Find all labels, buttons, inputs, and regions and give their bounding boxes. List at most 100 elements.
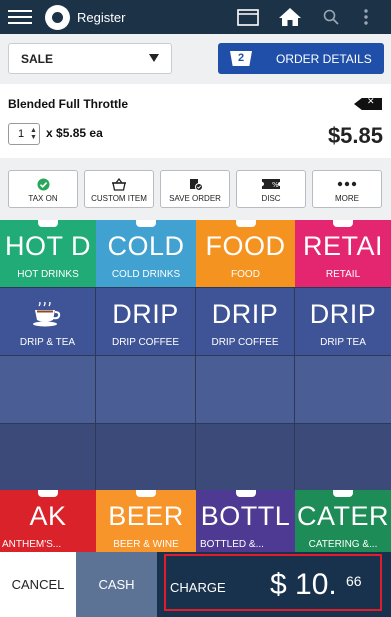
tile-tab-notch: [38, 490, 58, 497]
tile-drip-coffee-2[interactable]: DRIP DRIP COFFEE: [196, 288, 294, 355]
unit-price-value: $5.85 ea: [56, 126, 103, 140]
discount-label: DISC: [261, 194, 281, 203]
sale-type-select[interactable]: SALE: [8, 43, 172, 74]
tile-title: DRIP: [309, 299, 377, 329]
discount-ticket-icon: %: [237, 177, 305, 191]
home-icon[interactable]: [277, 6, 303, 28]
coffee-cup-icon: [0, 300, 95, 333]
tile-title: RETAI: [302, 231, 383, 261]
tile-tab-notch: [333, 220, 353, 227]
unit-price: x $5.85 ea: [46, 126, 103, 140]
menu-icon[interactable]: [8, 10, 32, 24]
tile-label: DRIP & TEA: [19, 337, 76, 348]
payment-bar: CANCEL CASH CHARGE $ 10. 66: [0, 552, 391, 617]
tile-label: ANTHEM'S...: [2, 539, 62, 550]
empty-tile[interactable]: [295, 356, 391, 423]
item-total: $5.85: [327, 123, 383, 148]
tile-title: DRIP: [211, 299, 279, 329]
tile-label: BOTTLED &...: [200, 539, 264, 550]
tax-on-label: TAX ON: [28, 194, 58, 203]
tile-tab-notch: [333, 490, 353, 497]
tile-tab-notch: [38, 220, 58, 227]
save-order-label: SAVE ORDER: [169, 194, 221, 203]
tile-label: DRIP COFFEE: [111, 337, 180, 348]
cancel-button[interactable]: CANCEL: [0, 552, 76, 617]
item-name: Blended Full Throttle: [8, 97, 128, 111]
more-label: MORE: [335, 194, 359, 203]
tile-drip-and-tea[interactable]: DRIP & TEA: [0, 288, 95, 355]
delete-item-icon[interactable]: [354, 98, 382, 110]
more-horizontal-icon: [313, 177, 381, 191]
tile-title: COLD: [107, 231, 185, 261]
empty-tile[interactable]: [196, 424, 294, 491]
tile-drip-coffee[interactable]: DRIP DRIP COFFEE: [96, 288, 195, 355]
more-button[interactable]: MORE: [312, 170, 382, 208]
tile-label: HOT DRINKS: [17, 269, 79, 280]
logo-icon: [45, 5, 70, 30]
empty-tile[interactable]: [196, 356, 294, 423]
tile-title: BEER: [108, 501, 184, 531]
top-app-bar: Register: [0, 0, 391, 34]
tile-label: COLD DRINKS: [111, 269, 181, 280]
tile-tab-notch: [235, 490, 256, 497]
save-order-button[interactable]: SAVE ORDER: [160, 170, 230, 208]
quantity-value: 1: [18, 128, 25, 140]
tile-catering[interactable]: CATER CATERING &...: [295, 490, 391, 552]
order-details-label: ORDER DETAILS: [276, 52, 372, 66]
charge-amount-cents: 66: [346, 573, 362, 589]
empty-tile[interactable]: [0, 424, 95, 491]
custom-item-button[interactable]: CUSTOM ITEM: [84, 170, 154, 208]
discount-button[interactable]: % DISC: [236, 170, 306, 208]
tile-food[interactable]: FOOD FOOD: [196, 220, 295, 287]
check-circle-icon: [9, 177, 77, 191]
tile-drip-tea[interactable]: DRIP DRIP TEA: [295, 288, 391, 355]
order-count-badge: 2: [230, 51, 252, 66]
current-item-panel: Blended Full Throttle 1 ▲▼ x $5.85 ea $5…: [0, 84, 391, 158]
chevron-down-icon: [149, 54, 159, 62]
tile-label: DRIP TEA: [320, 337, 366, 348]
cash-drawer-icon[interactable]: [236, 6, 260, 28]
tile-title: HOT D: [4, 231, 91, 261]
charge-button[interactable]: CHARGE $ 10. 66: [157, 552, 391, 617]
tile-hot-drinks[interactable]: HOT D HOT DRINKS: [0, 220, 96, 287]
search-icon[interactable]: [322, 6, 340, 28]
tile-tab-notch: [136, 490, 156, 497]
tile-label: BEER & WINE: [113, 539, 179, 550]
multiply-sign: x: [46, 126, 53, 140]
charge-amount: $ 10.: [270, 568, 337, 601]
stepper-arrows-icon: ▲ ▼: [30, 127, 37, 141]
empty-tile[interactable]: [295, 424, 391, 491]
tile-label: DRIP COFFEE: [211, 337, 279, 348]
tile-label: CATERING &...: [308, 539, 378, 550]
empty-tile[interactable]: [96, 424, 195, 491]
app-title: Register: [77, 10, 126, 25]
quantity-stepper[interactable]: 1 ▲ ▼: [8, 123, 40, 145]
product-grid: HOT D HOT DRINKS COLD COLD DRINKS FOOD F…: [0, 220, 391, 552]
charge-label: CHARGE: [170, 580, 226, 595]
tile-label: FOOD: [231, 269, 260, 280]
cash-button[interactable]: CASH: [76, 552, 157, 617]
tile-title: DRIP: [112, 299, 179, 329]
empty-tile[interactable]: [0, 356, 95, 423]
tile-title: CATER: [296, 501, 389, 531]
tile-title: AK: [29, 501, 67, 531]
tile-title: FOOD: [205, 231, 286, 261]
tile-bottled[interactable]: BOTTL BOTTLED &...: [196, 490, 295, 552]
order-details-button[interactable]: 2 ORDER DETAILS: [218, 43, 384, 74]
basket-icon: [85, 177, 153, 191]
tile-cold-drinks[interactable]: COLD COLD DRINKS: [96, 220, 196, 287]
tile-tab-notch: [235, 220, 256, 227]
tile-tab-notch: [136, 220, 156, 227]
tile-anthems[interactable]: AK ANTHEM'S...: [0, 490, 96, 552]
svg-text:%: %: [272, 181, 279, 189]
sale-type-value: SALE: [21, 52, 54, 66]
custom-item-label: CUSTOM ITEM: [91, 194, 147, 203]
tax-on-button[interactable]: TAX ON: [8, 170, 78, 208]
action-toolbar: TAX ON CUSTOM ITEM SAVE ORDER % DISC MOR…: [0, 164, 391, 212]
tile-label: RETAIL: [325, 269, 361, 280]
save-order-icon: [161, 177, 229, 191]
tile-beer-and-wine[interactable]: BEER BEER & WINE: [96, 490, 196, 552]
tile-retail[interactable]: RETAI RETAIL: [295, 220, 391, 287]
empty-tile[interactable]: [96, 356, 195, 423]
more-vertical-icon[interactable]: [360, 6, 372, 28]
